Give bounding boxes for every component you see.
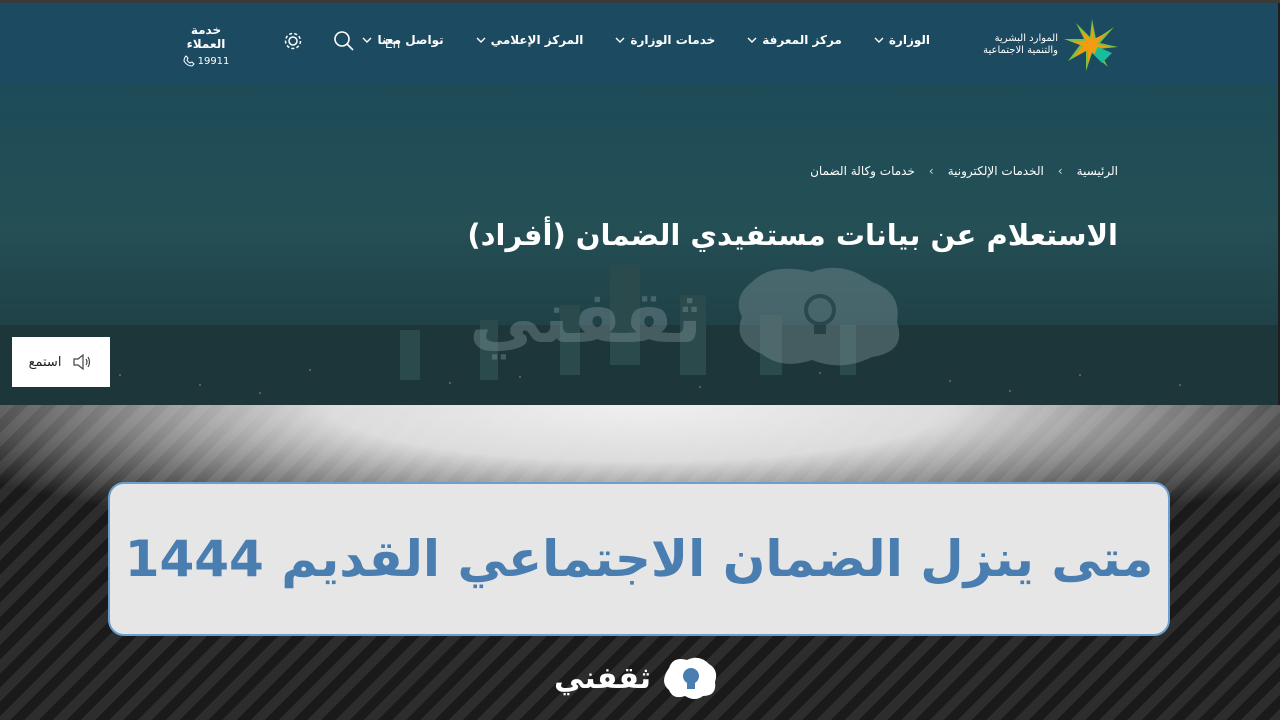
- listen-button[interactable]: استمع: [12, 337, 110, 387]
- watermark-logo: ثقفني: [372, 262, 912, 376]
- phone-icon: [183, 55, 195, 67]
- nav-knowledge-center[interactable]: مركز المعرفة: [747, 33, 842, 47]
- search-icon: [334, 31, 354, 51]
- chevron-down-icon: [615, 37, 625, 43]
- chevron-down-icon: [874, 37, 884, 43]
- logo-text-line2: والتنمية الاجتماعية: [983, 45, 1058, 56]
- breadcrumb: الرئيسية › الخدمات الإلكترونية › خدمات و…: [810, 164, 1118, 178]
- chevron-down-icon: [476, 37, 486, 43]
- breadcrumb-current: خدمات وكالة الضمان: [810, 164, 915, 178]
- breadcrumb-home[interactable]: الرئيسية: [1077, 164, 1118, 178]
- footer-logo: ثقفني: [554, 654, 719, 702]
- nav-ministry-services-label: خدمات الوزارة: [630, 33, 716, 47]
- chevron-left-icon: ›: [1057, 164, 1063, 178]
- ministry-logo-icon: [1064, 19, 1118, 71]
- customer-service-label: خدمة العملاء: [186, 23, 226, 51]
- listen-label: استمع: [28, 354, 62, 370]
- hero-banner: الرئيسية › الخدمات الإلكترونية › خدمات و…: [0, 84, 1278, 405]
- speaker-icon: [73, 353, 91, 371]
- nav-ministry-label: الوزارة: [888, 33, 930, 47]
- customer-service[interactable]: خدمة العملاء 19911: [170, 23, 242, 67]
- nav-ministry[interactable]: الوزارة: [874, 33, 930, 47]
- watermark-text: ثقفني: [469, 275, 702, 360]
- breadcrumb-e-services[interactable]: الخدمات الإلكترونية: [948, 164, 1044, 178]
- chevron-down-icon: [747, 37, 757, 43]
- nav-media-center[interactable]: المركز الإعلامي: [476, 33, 584, 47]
- ministry-logo[interactable]: الموارد البشرية والتنمية الاجتماعية: [978, 17, 1118, 73]
- lightbulb-cloud-icon: [664, 657, 717, 699]
- page-title: الاستعلام عن بيانات مستفيدي الضمان (أفرا…: [467, 218, 1118, 252]
- gear-icon: [284, 32, 302, 50]
- nav-contact-us[interactable]: تواصل معنا: [362, 33, 444, 47]
- nav-ministry-services[interactable]: خدمات الوزارة: [615, 33, 715, 47]
- article-title-card: متى ينزل الضمان الاجتماعي القديم 1444: [108, 482, 1170, 636]
- customer-service-number: 19911: [197, 55, 230, 67]
- language-toggle[interactable]: En: [385, 37, 400, 51]
- chevron-down-icon: [362, 37, 372, 43]
- main-nav: الوزارة مركز المعرفة خدمات الوزارة المرك…: [330, 33, 930, 47]
- site-header: الموارد البشرية والتنمية الاجتماعية الوز…: [0, 3, 1278, 84]
- footer-logo-text: ثقفني: [554, 660, 652, 696]
- settings-button[interactable]: [282, 30, 304, 56]
- nav-knowledge-center-label: مركز المعرفة: [762, 33, 842, 47]
- nav-media-center-label: المركز الإعلامي: [490, 33, 584, 47]
- search-button[interactable]: [333, 30, 355, 56]
- chevron-left-icon: ›: [928, 164, 934, 178]
- article-title: متى ينزل الضمان الاجتماعي القديم 1444: [124, 530, 1154, 588]
- logo-text-line1: الموارد البشرية: [994, 33, 1058, 44]
